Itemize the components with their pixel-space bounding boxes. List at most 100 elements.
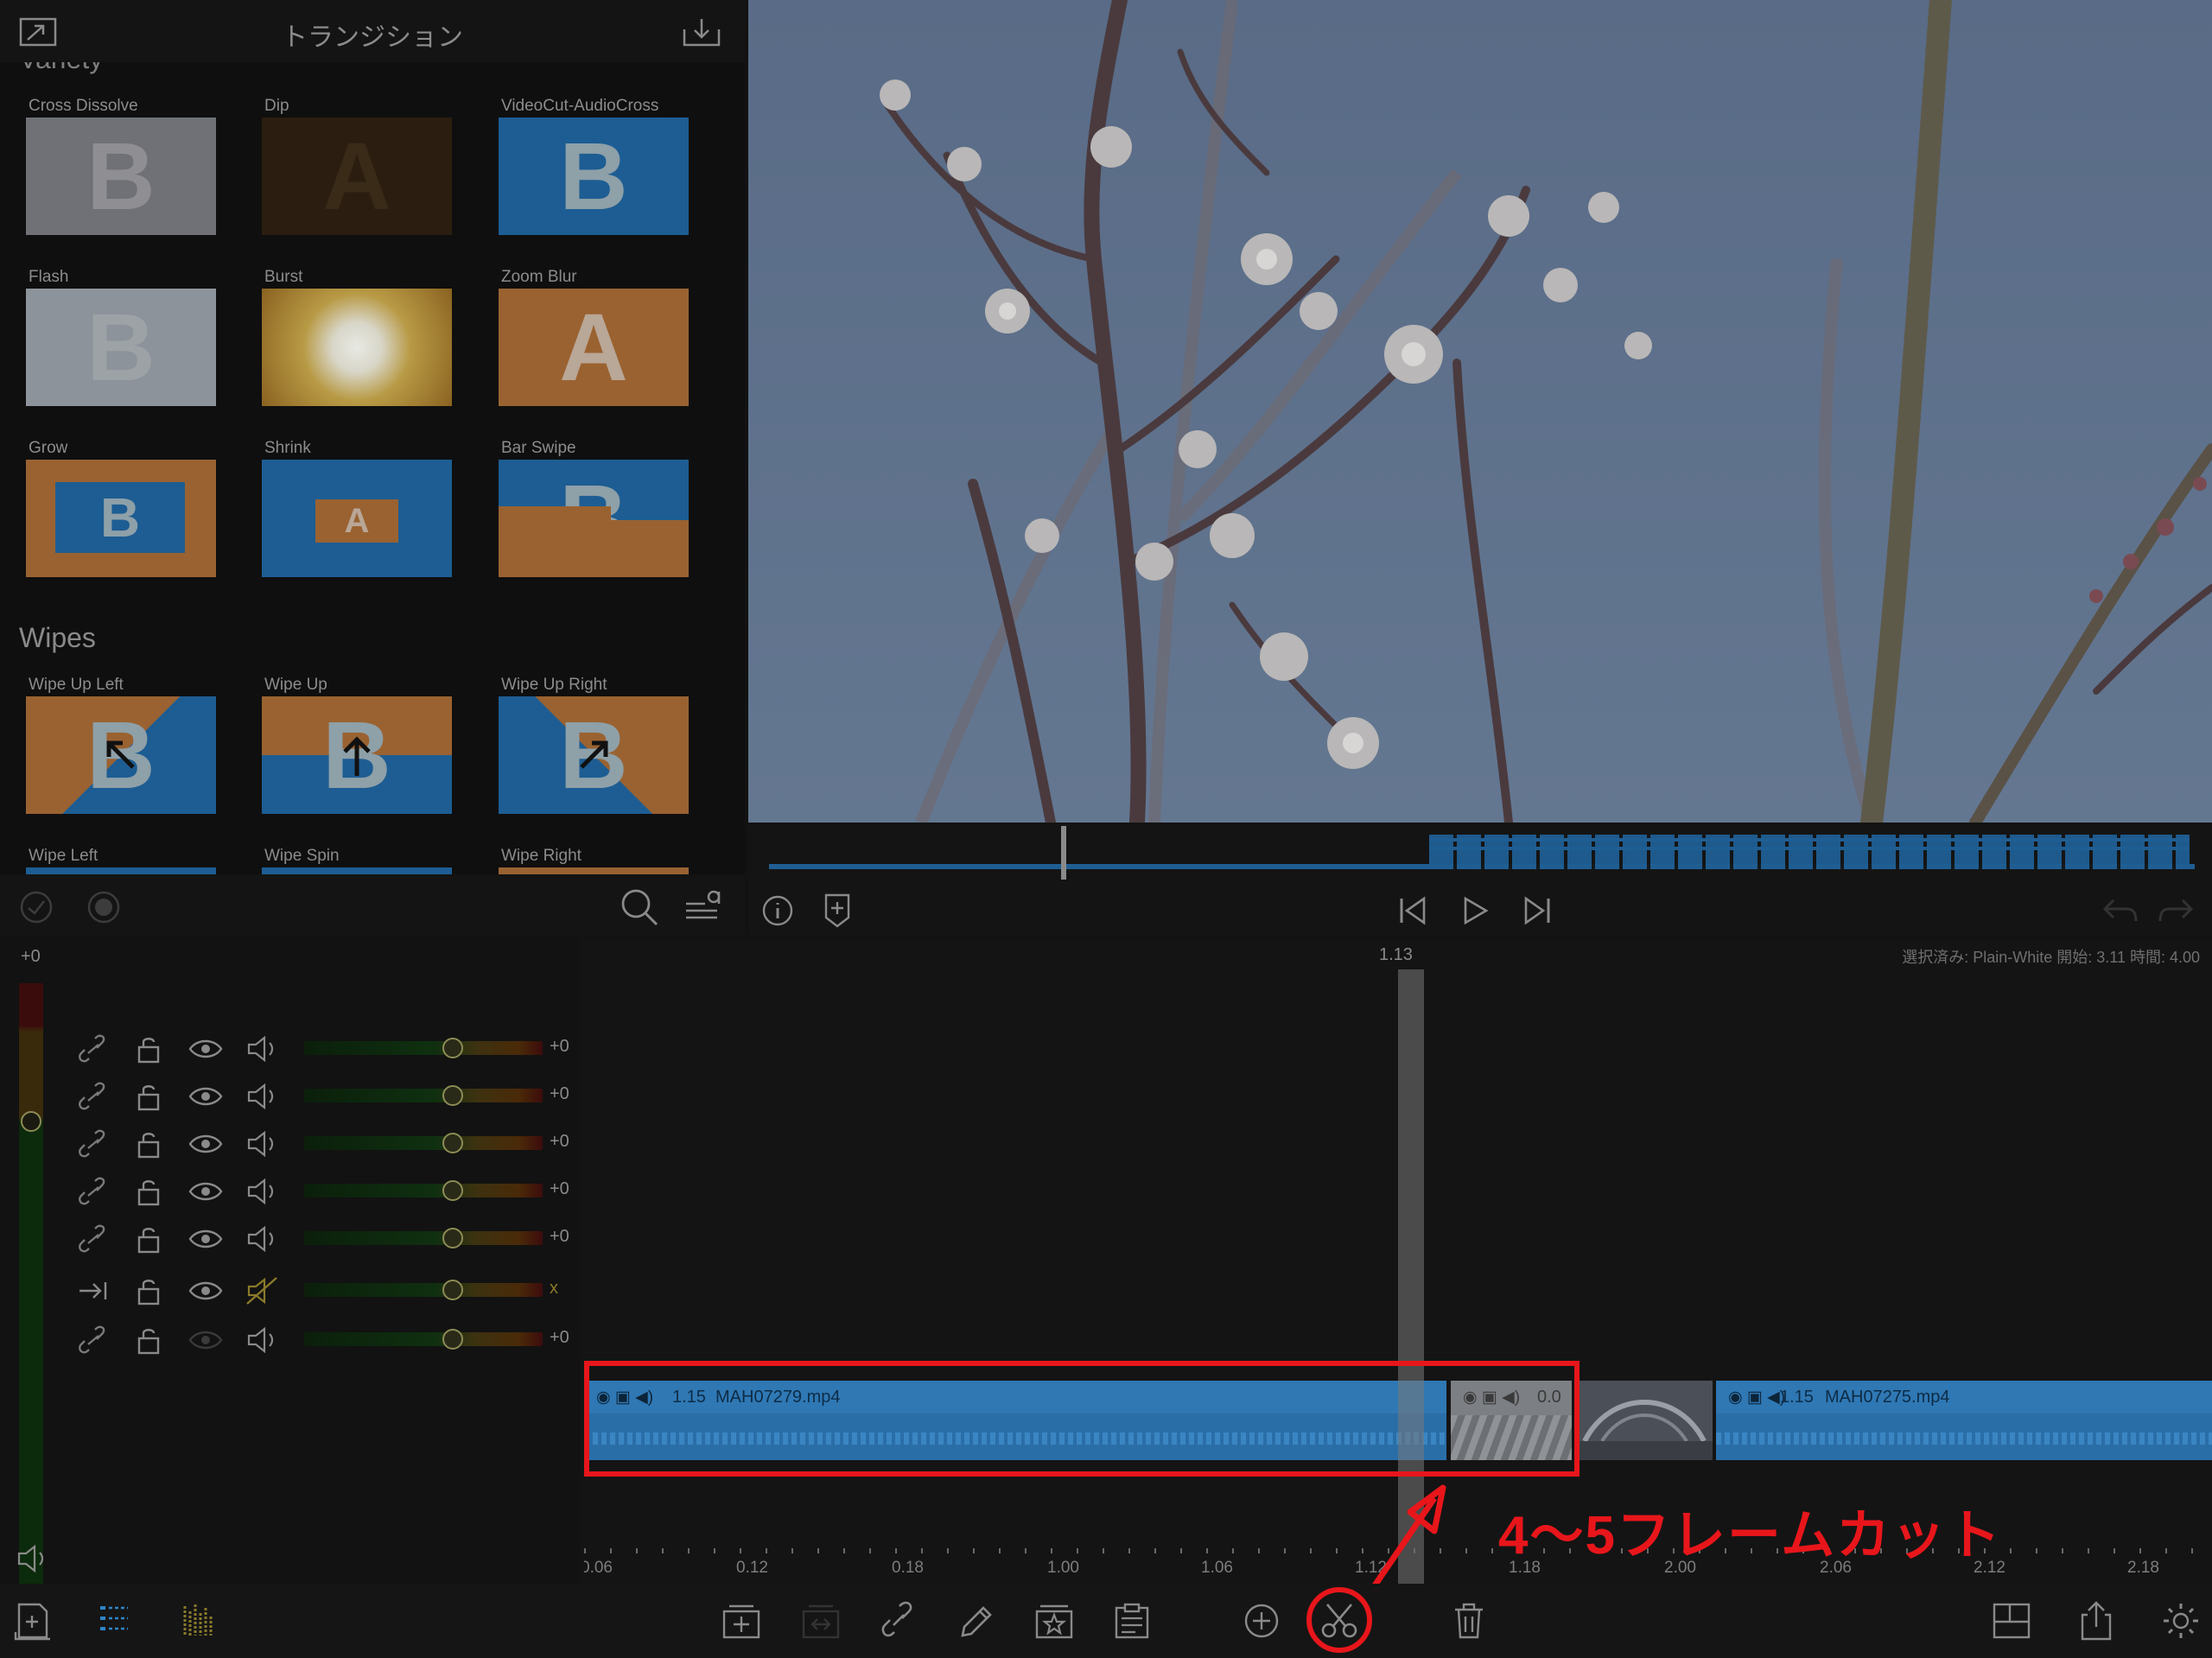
unlock-icon[interactable] (131, 1224, 166, 1254)
transition-tile-bar-swipe[interactable]: Bar Swipe B (499, 437, 689, 577)
section-title-wipes: Wipes (19, 622, 96, 653)
volume-knob[interactable] (442, 1180, 463, 1201)
video-editor-app: トランジション Variety Cross Dissolve B Dip A V… (0, 0, 2212, 1658)
volume-knob[interactable] (442, 1133, 463, 1153)
settings-gear-icon[interactable] (2160, 1601, 2202, 1641)
skip-back-icon[interactable] (1396, 893, 1429, 928)
speaker-icon[interactable] (245, 1082, 280, 1111)
split-track-icon[interactable] (800, 1601, 842, 1641)
clipboard-icon[interactable] (1111, 1601, 1153, 1641)
speaker-icon[interactable] (245, 1129, 280, 1159)
trash-icon[interactable] (1448, 1601, 1490, 1641)
unlock-icon[interactable] (131, 1034, 166, 1064)
link-icon[interactable] (76, 1224, 111, 1254)
unlock-icon[interactable] (131, 1129, 166, 1159)
track-gain-label: +0 (550, 1179, 569, 1198)
volume-knob[interactable] (442, 1085, 463, 1106)
transition-tile-wipe-spin[interactable]: Wipe Spin (262, 845, 452, 874)
transition-tile-dip[interactable]: Dip A (262, 95, 452, 235)
layout-icon[interactable] (1991, 1601, 2032, 1641)
link-icon[interactable] (76, 1082, 111, 1111)
link-icon[interactable] (76, 1177, 111, 1206)
list-view-icon[interactable] (93, 1601, 135, 1641)
speaker-icon[interactable] (245, 1034, 280, 1064)
volume-slider[interactable] (304, 1184, 543, 1197)
transition-tile-wipe-left[interactable]: Wipe Left (26, 845, 216, 874)
transition-tile-cross-dissolve[interactable]: Cross Dissolve B (26, 95, 216, 235)
info-icon[interactable] (760, 893, 795, 928)
checkmark-circle-icon[interactable] (19, 890, 54, 924)
pencil-icon[interactable] (954, 1601, 995, 1641)
bar-swipe-bar (499, 506, 611, 522)
volume-slider[interactable] (304, 1041, 543, 1055)
arrow-to-line-icon[interactable] (76, 1276, 111, 1305)
speaker-muted-icon[interactable] (245, 1276, 280, 1305)
transition-tile-wipe-up-left[interactable]: Wipe Up Left B (26, 674, 216, 814)
eye-icon[interactable] (188, 1034, 223, 1064)
transition-tile-wipe-up-right[interactable]: Wipe Up Right B (499, 674, 689, 814)
favorite-effect-icon[interactable] (1033, 1601, 1075, 1641)
eye-icon[interactable] (188, 1177, 223, 1206)
clip-thumbnail-tunnel[interactable] (1576, 1381, 1713, 1460)
speaker-icon[interactable] (245, 1177, 280, 1206)
transition-label: VideoCut-AudioCross (501, 97, 659, 115)
volume-slider[interactable] (304, 1332, 543, 1346)
unlock-icon[interactable] (131, 1177, 166, 1206)
scrub-playhead[interactable] (1061, 826, 1066, 880)
volume-slider[interactable] (304, 1283, 543, 1297)
audio-meter-icon[interactable] (178, 1601, 219, 1641)
download-icon[interactable] (681, 14, 724, 48)
eye-icon[interactable] (188, 1129, 223, 1159)
unlock-icon[interactable] (131, 1325, 166, 1355)
transitions-header: トランジション (0, 0, 745, 62)
unlock-icon[interactable] (131, 1082, 166, 1111)
volume-knob[interactable] (442, 1329, 463, 1350)
volume-slider[interactable] (304, 1136, 543, 1150)
volume-knob[interactable] (442, 1228, 463, 1248)
transition-label: Shrink (264, 439, 311, 457)
volume-slider[interactable] (304, 1231, 543, 1245)
share-icon[interactable] (2075, 1601, 2117, 1641)
volume-knob[interactable] (442, 1038, 463, 1058)
speaker-icon[interactable] (16, 1543, 50, 1574)
unlock-icon[interactable] (131, 1276, 166, 1305)
speaker-icon[interactable] (245, 1224, 280, 1254)
transition-tile-grow[interactable]: Grow B (26, 437, 216, 577)
add-circle-icon[interactable] (1241, 1601, 1282, 1641)
eye-icon[interactable] (188, 1082, 223, 1111)
transition-tile-burst[interactable]: Burst (262, 266, 452, 406)
speaker-icon[interactable] (245, 1325, 280, 1355)
record-circle-icon[interactable] (86, 890, 121, 924)
undo-icon[interactable] (2101, 895, 2139, 926)
transition-tile-shrink[interactable]: Shrink A (262, 437, 452, 577)
eye-icon[interactable] (188, 1276, 223, 1305)
transition-tile-videocut-audiocross[interactable]: VideoCut-AudioCross B (499, 95, 689, 235)
transition-tile-flash[interactable]: Flash B (26, 266, 216, 406)
link-icon[interactable] (76, 1129, 111, 1159)
skip-forward-icon[interactable] (1521, 893, 1554, 928)
play-icon[interactable] (1459, 893, 1491, 928)
add-marker-icon[interactable] (823, 892, 852, 930)
eye-icon[interactable] (188, 1224, 223, 1254)
volume-slider[interactable] (304, 1089, 543, 1102)
eye-hidden-icon[interactable] (188, 1325, 223, 1355)
video-clip[interactable]: ◉ ▣ ◀) 1.15 MAH07275.mp4 (1716, 1381, 2212, 1460)
transition-label: Wipe Left (29, 847, 99, 865)
track-header-1: +0 (0, 1025, 581, 1071)
transition-tile-wipe-right[interactable]: Wipe Right (499, 845, 689, 874)
add-media-icon[interactable] (12, 1601, 54, 1641)
redo-icon[interactable] (2157, 895, 2195, 926)
arrow-up-right-icon (580, 740, 608, 769)
text-style-icon[interactable] (683, 885, 724, 926)
volume-knob[interactable] (442, 1280, 463, 1300)
track-gain-label: +0 (550, 1227, 569, 1246)
search-icon[interactable] (619, 886, 660, 928)
add-track-icon[interactable] (721, 1601, 762, 1641)
link-icon[interactable] (878, 1601, 919, 1641)
transition-tile-zoom-blur[interactable]: Zoom Blur A (499, 266, 689, 406)
link-icon[interactable] (76, 1034, 111, 1064)
ruler-tick-label: 1.06 (1201, 1559, 1233, 1577)
transition-tile-wipe-up[interactable]: Wipe Up B (262, 674, 452, 814)
link-icon[interactable] (76, 1325, 111, 1355)
video-preview[interactable] (748, 0, 2212, 823)
